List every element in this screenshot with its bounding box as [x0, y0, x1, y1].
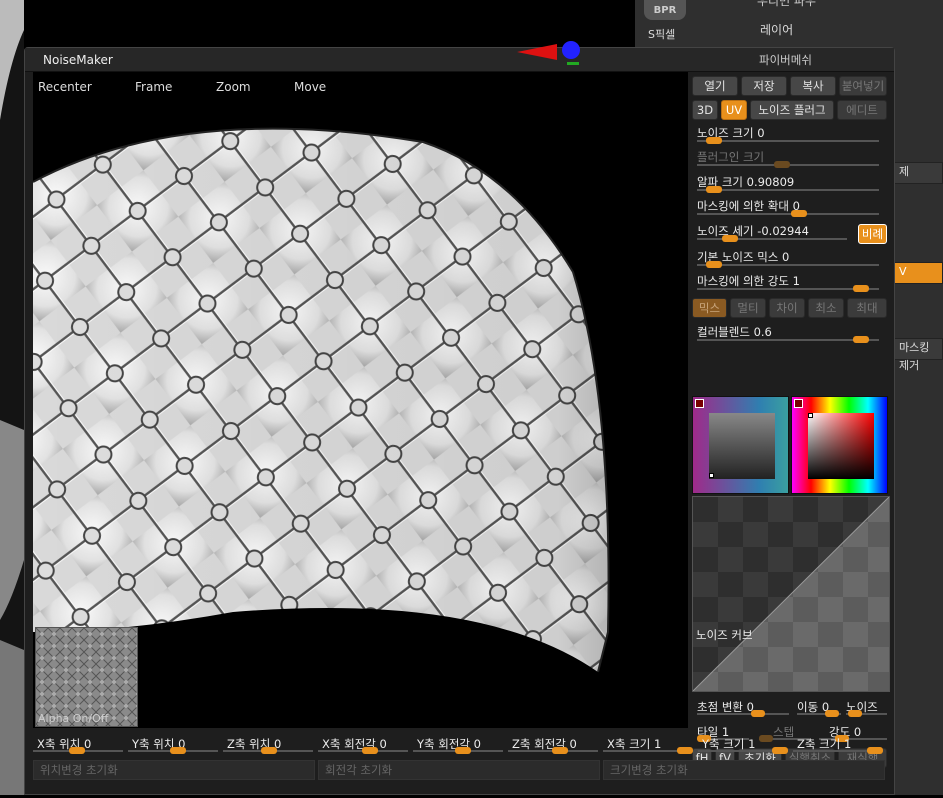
copy-button[interactable]: 복사 — [790, 76, 836, 96]
reset-scale-button[interactable]: 크기변경 초기화 — [603, 760, 885, 780]
ratio-button[interactable]: 비례 — [858, 224, 887, 244]
save-button[interactable]: 저장 — [741, 76, 787, 96]
open-button[interactable]: 열기 — [692, 76, 738, 96]
slider-knob[interactable] — [774, 161, 790, 168]
slider-knob[interactable] — [170, 747, 186, 754]
color-swatch-primary[interactable] — [692, 396, 789, 494]
mix-mode-max[interactable]: 최대 — [847, 298, 887, 318]
slider-knob[interactable] — [853, 336, 869, 343]
mode-3d-button[interactable]: 3D — [692, 100, 718, 120]
z-rotation-slider[interactable]: Z축 회전각 0 — [508, 736, 598, 754]
x-position-slider[interactable]: X축 위치 0 — [33, 736, 123, 754]
slider-knob[interactable] — [791, 210, 807, 217]
y-position-slider[interactable]: Y축 위치 0 — [128, 736, 218, 754]
noise-curve-graph — [693, 497, 889, 691]
mix-mode-min[interactable]: 최소 — [808, 298, 844, 318]
bpr-button[interactable]: BPR — [644, 0, 686, 20]
window-title: NoiseMaker — [43, 53, 113, 67]
x-scale-slider[interactable]: X축 크기 1 — [603, 736, 693, 754]
reset-position-button[interactable]: 위치변경 초기화 — [33, 760, 315, 780]
slider-knob[interactable] — [362, 747, 378, 754]
slider-knob[interactable] — [722, 235, 738, 242]
x-rotation-slider[interactable]: X축 회전각 0 — [318, 736, 408, 754]
slider-knob[interactable] — [706, 137, 722, 144]
y-rotation-slider[interactable]: Y축 회전각 0 — [413, 736, 503, 754]
noise-strength-slider[interactable]: 노이즈 세기 -0.02944 — [693, 222, 853, 242]
swatch-marker-icon — [695, 399, 704, 408]
mix-mode-mix[interactable]: 믹스 — [692, 298, 727, 318]
mask-strength-slider[interactable]: 마스킹에 의한 강도 1 — [693, 272, 885, 292]
noise-scale-slider[interactable]: 노이즈 크기 0 — [693, 124, 885, 144]
noise-plugin-button[interactable]: 노이즈 플러그 — [750, 100, 834, 120]
y-scale-slider[interactable]: Y축 크기 1 — [698, 736, 788, 754]
noise-curve-label: 노이즈 커브 — [696, 628, 753, 642]
background-mesh-icon — [0, 0, 24, 795]
slider-knob[interactable] — [706, 261, 722, 268]
axis-gizmo-icon[interactable] — [517, 40, 587, 70]
noise-slider[interactable]: 노이즈 — [846, 699, 887, 717]
plugin-scale-slider[interactable]: 플러그인 크기 — [693, 148, 885, 168]
slider-knob[interactable] — [706, 186, 722, 193]
alpha-scale-slider[interactable]: 알파 크기 0.90809 — [693, 173, 885, 193]
slider-knob[interactable] — [677, 747, 693, 754]
slider-knob[interactable] — [261, 747, 277, 754]
s-pixel-label: S픽셀 — [648, 28, 676, 41]
alpha-on-off-label[interactable]: Alpha On/Off — [38, 712, 108, 725]
slider-knob[interactable] — [848, 710, 862, 717]
z-position-slider[interactable]: Z축 위치 0 — [223, 736, 313, 754]
left-viewport-strip — [0, 0, 24, 795]
top-cut-text: 우리면 파우 — [757, 0, 817, 8]
move-slider[interactable]: 이동 0 — [797, 699, 841, 717]
slider-knob[interactable] — [853, 285, 869, 292]
mask-zoom-slider[interactable]: 마스킹에 의한 확대 0 — [693, 197, 885, 217]
side-button-1[interactable]: 제 — [892, 162, 943, 184]
picker-dot-icon — [709, 473, 714, 478]
fibermesh-label: 파이버메쉬 — [759, 53, 812, 67]
noisemaker-window: NoiseMaker 파이버메쉬 Recenter Frame Zoom Mov… — [24, 41, 895, 796]
slider-knob[interactable] — [69, 747, 85, 754]
mode-uv-button[interactable]: UV — [721, 100, 747, 120]
color-blend-slider[interactable]: 컬러블렌드 0.6 — [693, 323, 885, 343]
layer-label: 레이어 — [760, 23, 794, 37]
paste-button[interactable]: 붙여넣기 — [839, 76, 887, 96]
mix-mode-multi[interactable]: 멀티 — [730, 298, 766, 318]
slider-knob[interactable] — [772, 747, 788, 754]
reset-rotation-button[interactable]: 회전각 초기화 — [318, 760, 600, 780]
side-button-2[interactable]: V — [892, 262, 943, 284]
noise-preview-viewport[interactable]: Recenter Frame Zoom Move Alpha On/Off — [33, 72, 688, 728]
noise-settings-panel: 열기 저장 복사 붙여넣기 3D UV 노이즈 플러그 에디트 노이즈 크기 0… — [689, 72, 893, 772]
color-swatch-secondary[interactable] — [791, 396, 888, 494]
transform-controls: X축 위치 0 Y축 위치 0 Z축 위치 0 X축 회전각 0 Y축 회전각 … — [33, 736, 893, 796]
noise-curve-editor[interactable]: 노이즈 커브 — [692, 496, 890, 692]
swatch-marker-icon — [794, 399, 803, 408]
side-button-3[interactable]: 마스킹 제거 — [892, 338, 943, 372]
base-noise-mix-slider[interactable]: 기본 노이즈 믹스 0 — [693, 248, 885, 268]
mix-mode-diff[interactable]: 차이 — [769, 298, 805, 318]
focal-shift-slider[interactable]: 초점 변환 0 — [697, 699, 789, 717]
slider-knob[interactable] — [825, 710, 839, 717]
edit-button[interactable]: 에디트 — [837, 100, 887, 120]
slider-knob[interactable] — [751, 710, 765, 717]
slider-knob[interactable] — [455, 747, 471, 754]
alpha-thumbnail[interactable]: Alpha On/Off — [35, 627, 138, 727]
slider-knob[interactable] — [552, 747, 568, 754]
picker-dot-icon — [808, 413, 813, 418]
slider-knob[interactable] — [867, 747, 883, 754]
z-scale-slider[interactable]: Z축 크기 1 — [793, 736, 883, 754]
